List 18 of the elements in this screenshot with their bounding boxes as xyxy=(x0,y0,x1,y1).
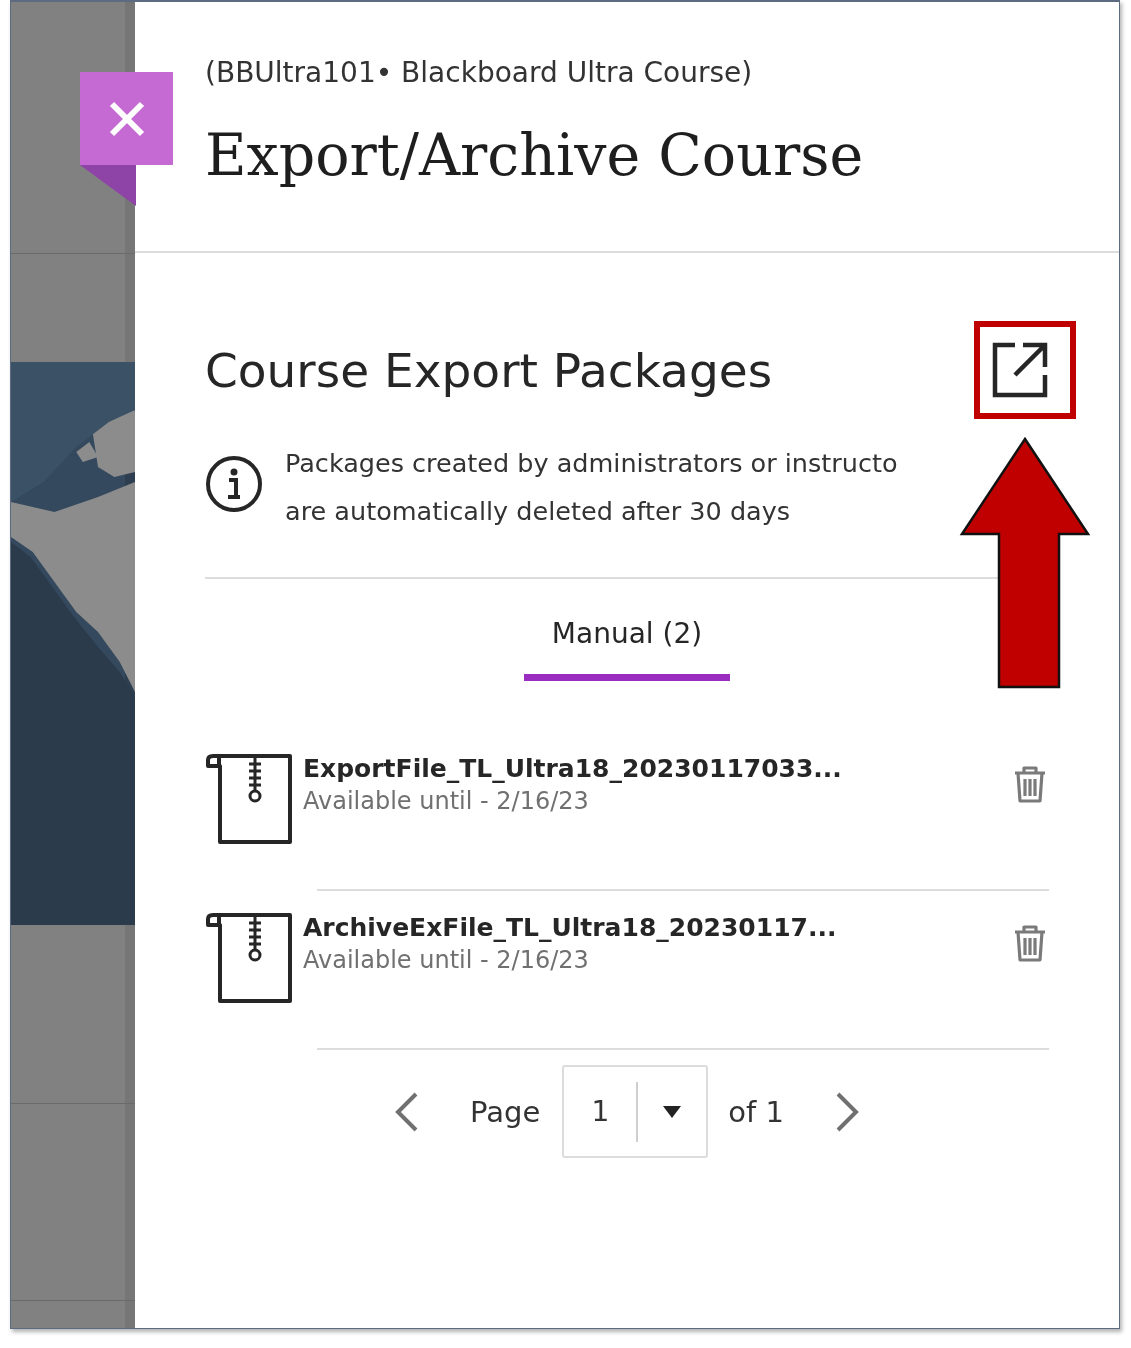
package-name[interactable]: ArchiveExFile_TL_Ultra18_20230117... xyxy=(303,913,1011,942)
info-icon xyxy=(205,455,263,513)
tab[interactable]: Manual (2) xyxy=(523,613,731,681)
section-heading: Course Export Packages xyxy=(205,342,773,398)
availability-date: Available until - 2/16/23 xyxy=(303,787,590,815)
page-total: of 1 xyxy=(728,1094,784,1129)
panel-title: Export/Archive Course xyxy=(205,122,865,188)
package-name[interactable]: ExportFile_TL_Ultra18_20230117033... xyxy=(303,754,1011,783)
page-select[interactable]: 1 xyxy=(562,1065,709,1158)
zip-file-icon xyxy=(205,754,293,844)
page-label: Page xyxy=(470,1094,541,1129)
course-label: (BBUltra101• Blackboard Ultra Course) xyxy=(205,56,754,89)
zip-file-icon xyxy=(205,913,293,1003)
availability-date: Available until - 2/16/23 xyxy=(303,946,590,974)
close-button[interactable] xyxy=(80,72,173,206)
info-text: Packages created by administrators or instructo are automatically deleted after 30 days xyxy=(285,447,898,528)
external-link-icon[interactable] xyxy=(991,341,1049,399)
caret-icon xyxy=(662,1104,683,1119)
